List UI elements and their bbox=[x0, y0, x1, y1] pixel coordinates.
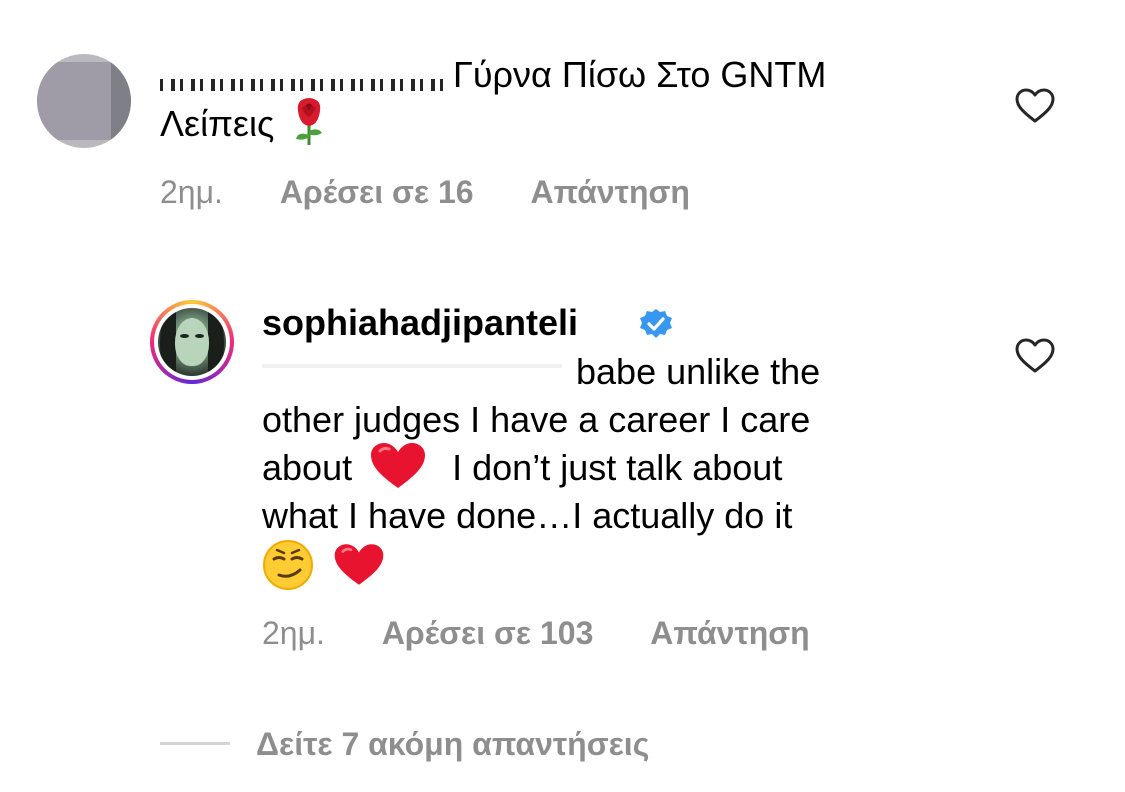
smirk-icon bbox=[262, 539, 314, 591]
comment-text-line-1: Γύρνα Πίσω Στο GNTM bbox=[160, 50, 826, 99]
avatar-blur bbox=[37, 62, 121, 140]
avatar[interactable] bbox=[37, 54, 131, 148]
comment-text-line-4: what I have done…I actually do it bbox=[262, 495, 793, 536]
reply-button[interactable]: Απάντηση bbox=[650, 615, 809, 651]
comment-text: I don’t just talk about bbox=[452, 447, 783, 488]
comment-meta: 2ημ. Αρέσει σε 103 Απάντηση bbox=[262, 613, 810, 653]
comment-emoji-line bbox=[262, 538, 386, 592]
replies-divider-line bbox=[160, 742, 230, 745]
comment-time: 2ημ. bbox=[262, 615, 325, 651]
like-heart-icon[interactable] bbox=[1015, 88, 1055, 124]
likes-count[interactable]: Αρέσει σε 103 bbox=[382, 615, 594, 651]
reply-button[interactable]: Απάντηση bbox=[530, 174, 689, 210]
comment-text: babe unlike the bbox=[576, 351, 821, 392]
avatar-blur-edge bbox=[111, 54, 131, 148]
like-heart-icon[interactable] bbox=[1015, 338, 1055, 374]
rose-icon bbox=[284, 95, 334, 146]
comment-text-line-1: babe unlike the bbox=[262, 347, 820, 396]
comment-text: Λείπεις bbox=[160, 103, 275, 144]
comment-text-line-3: about I don’t just talk about bbox=[262, 443, 782, 495]
cropped-username[interactable] bbox=[160, 69, 443, 91]
comment-text: about bbox=[262, 447, 353, 488]
comment-text: Γύρνα Πίσω Στο GNTM bbox=[453, 54, 827, 95]
story-ring[interactable] bbox=[150, 300, 234, 384]
likes-count[interactable]: Αρέσει σε 16 bbox=[280, 174, 474, 210]
hidden-mention[interactable] bbox=[262, 364, 576, 384]
comment-text-line-2: Λείπεις bbox=[160, 98, 334, 151]
red-heart-icon bbox=[368, 441, 428, 491]
avatar[interactable] bbox=[158, 308, 226, 376]
red-heart-icon bbox=[332, 540, 386, 590]
comment-meta: 2ημ. Αρέσει σε 16 Απάντηση bbox=[160, 172, 690, 212]
verified-badge-icon bbox=[640, 309, 672, 338]
username[interactable]: sophiahadjipanteli bbox=[262, 298, 578, 347]
comment-time: 2ημ. bbox=[160, 174, 223, 210]
view-more-replies-label[interactable]: Δείτε 7 ακόμη απαντήσεις bbox=[256, 722, 649, 766]
comment-text-line-2: other judges I have a career I care bbox=[262, 399, 811, 440]
